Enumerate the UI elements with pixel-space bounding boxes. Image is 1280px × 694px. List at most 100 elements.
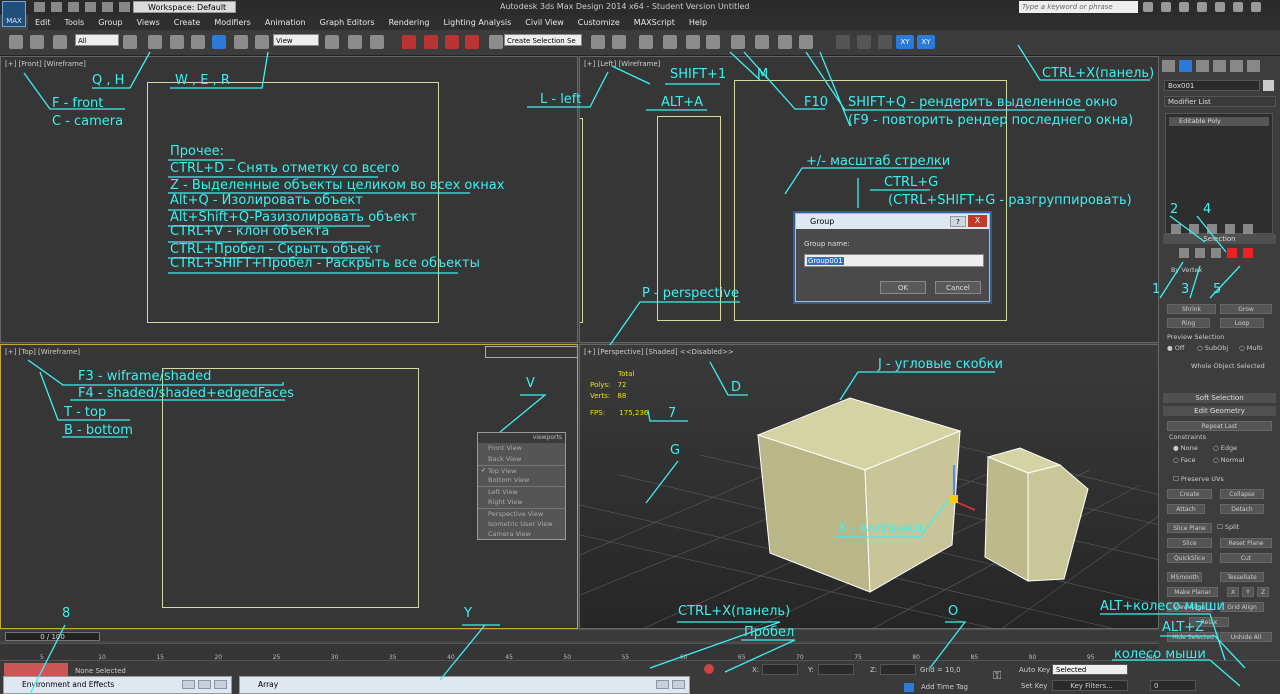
menu-graph-editors[interactable]: Graph Editors xyxy=(313,15,382,30)
constraint-face-radio[interactable]: ○ Face xyxy=(1173,456,1195,464)
workspace-dropdown[interactable]: Workspace: Default xyxy=(133,1,236,13)
cancel-button[interactable]: Cancel xyxy=(935,281,981,294)
stack-item-editable-poly[interactable]: Editable Poly xyxy=(1169,117,1269,126)
viewport-perspective[interactable]: [+] [Perspective] [Shaded] <<Disabled>> … xyxy=(579,344,1159,629)
menu-group[interactable]: Group xyxy=(91,15,129,30)
align-icon[interactable] xyxy=(612,35,626,49)
menu-rendering[interactable]: Rendering xyxy=(382,15,437,30)
planar-x-button[interactable]: X xyxy=(1227,587,1239,597)
undo-icon[interactable] xyxy=(85,2,96,12)
viewport-left-label[interactable]: [+] [Left] [Wireframe] xyxy=(584,60,660,68)
select-object-icon[interactable] xyxy=(123,35,137,49)
selection-filter-dropdown[interactable]: All xyxy=(75,34,119,46)
binoculars-icon[interactable] xyxy=(1143,2,1153,12)
schematic-view-icon[interactable] xyxy=(706,35,720,49)
make-planar-button[interactable]: Make Planar xyxy=(1167,587,1218,597)
curve-editor-icon[interactable] xyxy=(686,35,700,49)
viewport-front-label[interactable]: [+] [Front] [Wireframe] xyxy=(5,60,86,68)
polygon-level-icon[interactable] xyxy=(1227,248,1237,258)
array-help-icon[interactable] xyxy=(656,680,669,689)
time-tag-icon[interactable] xyxy=(904,683,914,692)
display-tab-icon[interactable] xyxy=(1230,60,1243,72)
configure-modifier-sets-icon[interactable] xyxy=(1243,224,1253,234)
menu-isometric-view[interactable]: Isometric User View xyxy=(478,519,565,530)
reset-plane-button[interactable]: Reset Plane xyxy=(1220,538,1272,548)
axis-constraint-z-icon[interactable] xyxy=(878,35,892,49)
menu-maxscript[interactable]: MAXScript xyxy=(627,15,682,30)
attach-button[interactable]: Attach xyxy=(1167,504,1205,514)
make-unique-icon[interactable] xyxy=(1207,224,1217,234)
track-bar[interactable]: 5 10 15 20 25 30 35 40 45 50 55 60 65 70 75 80 85 90 95 100 xyxy=(0,643,1159,661)
named-selection-dropdown[interactable]: Create Selection Se xyxy=(504,34,582,46)
favorites-star-icon[interactable] xyxy=(1179,2,1189,12)
lock-selection-icon[interactable] xyxy=(704,664,714,674)
select-and-rotate-icon[interactable] xyxy=(234,35,248,49)
menu-left-view[interactable]: Left View xyxy=(478,486,565,497)
menu-camera-view[interactable]: Camera View xyxy=(478,529,565,540)
modifier-list-dropdown[interactable]: Modifier List xyxy=(1164,96,1276,107)
select-and-scale-icon[interactable] xyxy=(255,35,269,49)
menu-views[interactable]: Views xyxy=(130,15,167,30)
grid-align-button[interactable]: Grid Align xyxy=(1220,602,1264,612)
rectangular-selection-icon[interactable] xyxy=(170,35,184,49)
ok-button[interactable]: OK xyxy=(880,281,926,294)
z-coord-field[interactable] xyxy=(880,664,916,675)
preview-subobj-radio[interactable]: ○ SubObj xyxy=(1197,344,1228,352)
group-name-input[interactable]: Group001 xyxy=(804,254,984,267)
env-restore-icon[interactable] xyxy=(198,680,211,689)
x-coord-field[interactable] xyxy=(762,664,798,675)
planar-y-button[interactable]: Y xyxy=(1242,587,1254,597)
axis-constraint-y-icon[interactable] xyxy=(857,35,871,49)
env-minimize-icon[interactable] xyxy=(182,680,195,689)
bind-space-warp-icon[interactable] xyxy=(53,35,67,49)
menu-civil-view[interactable]: Civil View xyxy=(518,15,571,30)
snaps-toggle-icon[interactable] xyxy=(402,35,416,49)
dialog-help-button[interactable]: ? xyxy=(950,216,966,227)
layer-manager-icon[interactable] xyxy=(639,35,653,49)
redo-icon[interactable] xyxy=(102,2,113,12)
render-setup-icon[interactable] xyxy=(755,35,769,49)
small-box-front[interactable] xyxy=(984,456,1029,582)
axis-xy-cycle-button[interactable]: XY xyxy=(917,35,935,49)
viewport-front[interactable]: [+] [Front] [Wireframe] xyxy=(0,56,578,343)
environment-effects-window[interactable]: Environment and Effects xyxy=(3,676,232,694)
current-frame-field[interactable]: 0 xyxy=(1150,680,1196,691)
slice-plane-button[interactable]: Slice Plane xyxy=(1167,523,1212,533)
view-align-button[interactable]: View Align xyxy=(1167,602,1212,612)
menu-right-view[interactable]: Right View xyxy=(478,497,565,508)
percent-snap-icon[interactable] xyxy=(445,35,459,49)
vertex-level-icon[interactable] xyxy=(1179,248,1189,258)
detach-button[interactable]: Detach xyxy=(1220,504,1264,514)
menu-create[interactable]: Create xyxy=(167,15,208,30)
ring-button[interactable]: Ring xyxy=(1167,318,1210,328)
menu-tools[interactable]: Tools xyxy=(58,15,92,30)
planar-z-button[interactable]: Z xyxy=(1257,587,1269,597)
by-vertex-checkbox[interactable]: By Vertex xyxy=(1171,266,1202,274)
keyboard-shortcut-toggle-icon[interactable] xyxy=(370,35,384,49)
material-editor-icon[interactable] xyxy=(731,35,745,49)
border-level-icon[interactable] xyxy=(1211,248,1221,258)
shrink-button[interactable]: Shrink xyxy=(1167,304,1216,314)
hold-icon[interactable] xyxy=(119,2,130,12)
object-name-field[interactable]: Box001 xyxy=(1164,80,1260,91)
soft-selection-rollout[interactable]: Soft Selection xyxy=(1163,393,1276,403)
object-color-swatch[interactable] xyxy=(1263,80,1274,91)
open-file-icon[interactable] xyxy=(51,2,62,12)
slice-button[interactable]: Slice xyxy=(1167,538,1212,548)
grow-button[interactable]: Grow xyxy=(1220,304,1272,314)
edit-geometry-rollout[interactable]: Edit Geometry xyxy=(1163,406,1276,416)
new-file-icon[interactable] xyxy=(34,2,45,12)
link-icon[interactable] xyxy=(9,35,23,49)
pivot-center-icon[interactable] xyxy=(325,35,339,49)
menu-help[interactable]: Help xyxy=(682,15,714,30)
collapse-button[interactable]: Collapse xyxy=(1220,489,1264,499)
auto-key-selection-dropdown[interactable]: Selected xyxy=(1052,664,1128,675)
menu-back-view[interactable]: Back View xyxy=(478,454,565,465)
dialog-close-button[interactable]: X xyxy=(968,215,987,227)
show-end-result-icon[interactable] xyxy=(1189,224,1199,234)
key-icon[interactable]: ⚿ xyxy=(993,670,1011,682)
select-by-name-icon[interactable] xyxy=(148,35,162,49)
axis-xy-button[interactable]: XY xyxy=(896,35,914,49)
reference-coordinate-dropdown[interactable]: View xyxy=(273,34,319,46)
create-button[interactable]: Create xyxy=(1167,489,1212,499)
